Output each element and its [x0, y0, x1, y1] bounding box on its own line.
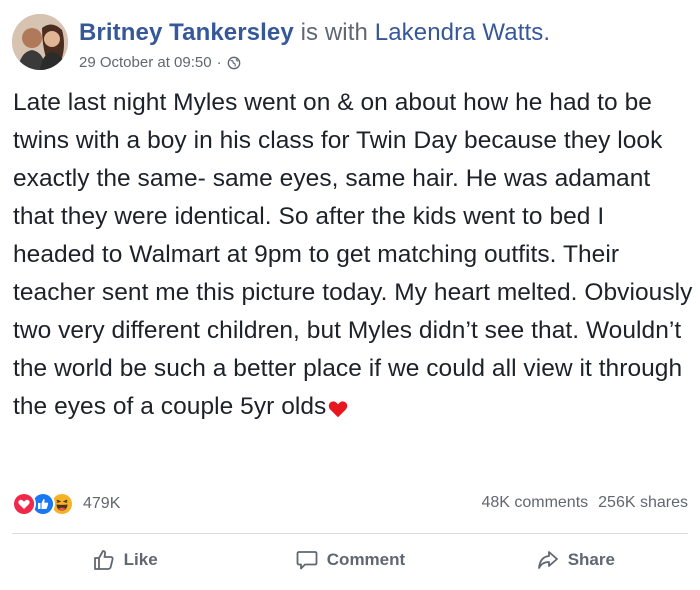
post-text: Late last night Myles went on & on about… [13, 84, 693, 426]
facebook-post: Britney Tankersley is with Lakendra Watt… [0, 0, 700, 590]
author-line: Britney Tankersley is with Lakendra Watt… [79, 18, 550, 48]
avatar-photo [12, 14, 68, 70]
comments-count-link[interactable]: 48K comments [481, 494, 588, 512]
comment-label: Comment [326, 550, 406, 569]
globe-icon[interactable] [227, 56, 241, 70]
reaction-count[interactable]: 479K [83, 495, 120, 513]
meta-separator: · [216, 54, 222, 71]
post-text-content: Late last night Myles went on & on about… [13, 89, 693, 420]
share-arrow-icon [537, 551, 558, 569]
shares-count-link[interactable]: 256K shares [598, 494, 688, 512]
counts-gap [588, 494, 598, 512]
post-action-bar: Like Comment Share [12, 538, 688, 582]
post-meta: 29 October at 09:50 · [79, 54, 550, 71]
like-button[interactable]: Like [12, 538, 237, 582]
share-label: Share [567, 550, 615, 569]
love-reaction-icon [12, 492, 36, 516]
comment-bubble-icon [296, 551, 318, 570]
tagged-person-link[interactable]: Lakendra Watts. [375, 19, 550, 46]
like-label: Like [123, 550, 158, 569]
action-divider [12, 533, 688, 534]
reactions-summary[interactable]: 479K [12, 490, 120, 518]
engagement-counts: 48K comments 256K shares [481, 494, 688, 512]
thumbs-up-icon [93, 550, 114, 570]
heart-emoji-icon [327, 394, 349, 418]
share-button[interactable]: Share [463, 538, 688, 582]
post-timestamp[interactable]: 29 October at 09:50 [79, 54, 212, 71]
post-header: Britney Tankersley is with Lakendra Watt… [12, 14, 550, 74]
header-text: Britney Tankersley is with Lakendra Watt… [79, 18, 550, 71]
comment-button[interactable]: Comment [237, 538, 462, 582]
with-text: is with [300, 19, 368, 46]
reaction-icons [12, 492, 74, 516]
author-avatar[interactable] [12, 14, 68, 70]
author-name-link[interactable]: Britney Tankersley [79, 19, 294, 46]
